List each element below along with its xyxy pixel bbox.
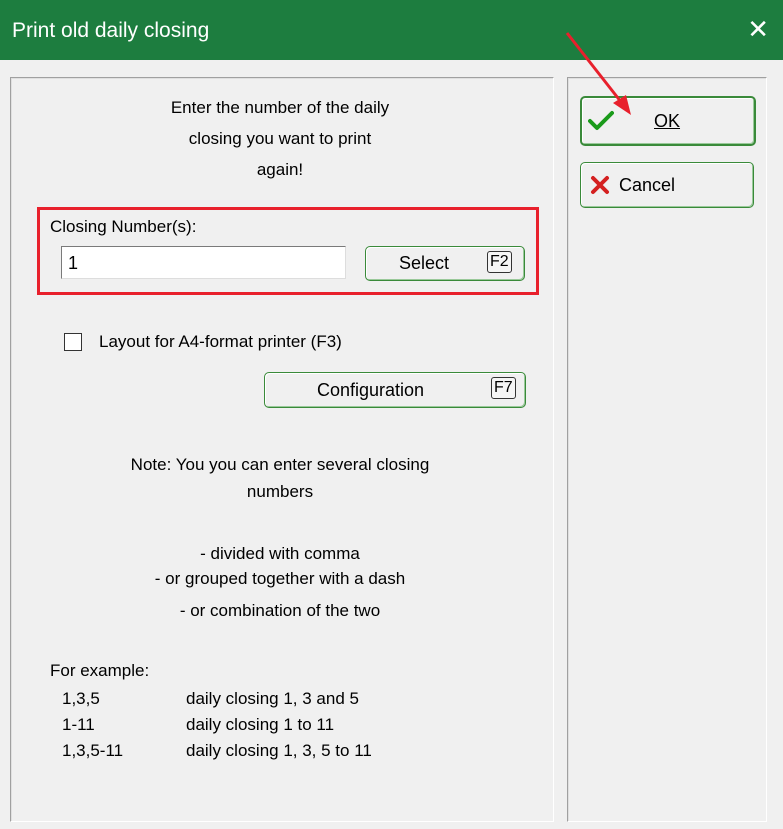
intro-line-2: closing you want to print [188,129,372,148]
example-row: 1,3,5-11 daily closing 1, 3, 5 to 11 [62,740,372,762]
red-arrow-icon [565,32,631,115]
example-code: 1-11 [62,715,95,734]
layout-a4-label: Layout for A4-format printer (F3) [99,332,342,351]
ok-button-label: OK [654,111,681,131]
example-desc: daily closing 1, 3, 5 to 11 [186,741,372,760]
window-title: Print old daily closing [12,19,210,42]
select-button-label: Select [399,253,450,273]
note-bullet-3: - or combination of the two [179,601,381,620]
f7-key-icon: F7 [491,377,516,399]
note-line-1: Note: You you can enter several closing [130,455,430,474]
configuration-button[interactable]: Configuration F7 [264,372,526,408]
note-line-2: numbers [246,482,314,501]
example-desc: daily closing 1 to 11 [186,715,335,734]
closing-number-input[interactable]: 1 [61,246,346,279]
closing-number-label: Closing Number(s): [50,217,197,236]
example-code: 1,3,5 [62,689,100,708]
example-desc: daily closing 1, 3 and 5 [186,689,359,708]
cancel-button-label: Cancel [619,175,676,195]
main-panel [10,77,554,822]
f2-key-icon: F2 [487,251,512,273]
configuration-button-label: Configuration [317,380,425,400]
example-row: 1,3,5 daily closing 1, 3 and 5 [62,688,359,710]
example-code: 1,3,5-11 [62,741,124,760]
note-bullet-1: - divided with comma [200,544,360,563]
layout-a4-checkbox[interactable] [64,333,82,351]
intro-line-3: again! [256,160,304,179]
select-button[interactable]: Select F2 [365,246,525,281]
intro-line-1: Enter the number of the daily [170,98,390,117]
example-row: 1-11 daily closing 1 to 11 [62,714,334,736]
red-x-icon [591,176,609,194]
cancel-button[interactable]: Cancel [580,162,754,208]
example-heading: For example: [50,661,150,680]
title-bar: Print old daily closing ✕ [0,0,783,60]
close-icon[interactable]: ✕ [747,14,769,44]
note-bullet-2: - or grouped together with a dash [154,569,406,588]
